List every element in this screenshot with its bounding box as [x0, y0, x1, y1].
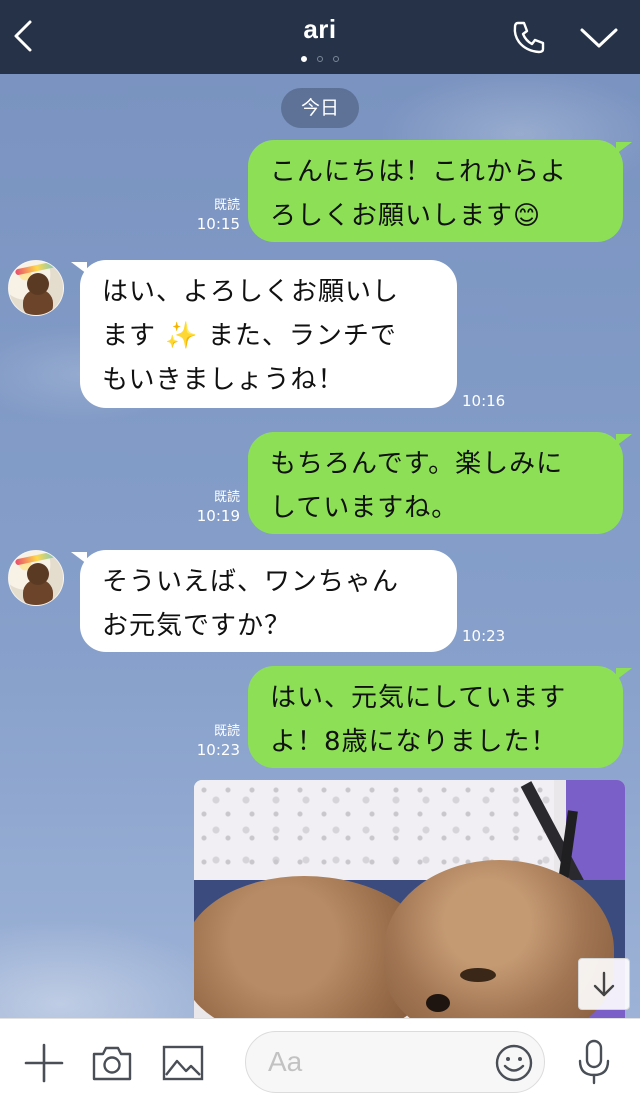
message-line: よ！8歳になりました！ — [270, 727, 558, 757]
message-meta: 既読 10:23 — [188, 722, 240, 760]
camera-icon — [92, 1046, 132, 1081]
page-indicator — [0, 56, 640, 62]
image-icon — [162, 1045, 204, 1081]
emoji-button[interactable] — [494, 1043, 534, 1083]
arrow-down-icon — [593, 971, 615, 997]
page-dot — [317, 56, 323, 62]
read-receipt: 既読 — [213, 198, 240, 213]
message-line: お元気ですか？ — [102, 611, 292, 641]
voice-button[interactable] — [574, 1037, 614, 1087]
microphone-icon — [578, 1039, 610, 1085]
read-receipt: 既読 — [213, 724, 240, 739]
message-line: もいきましょうね！ — [102, 365, 345, 395]
image-button[interactable] — [160, 1043, 206, 1083]
scroll-to-bottom-button[interactable] — [578, 958, 630, 1010]
message-line: していますね。 — [270, 493, 459, 523]
message-meta: 既読 10:15 — [190, 196, 240, 234]
chevron-down-icon — [580, 28, 618, 48]
camera-button[interactable] — [90, 1043, 134, 1083]
plus-button[interactable] — [22, 1041, 66, 1085]
message-time: 10:16 — [462, 392, 506, 410]
menu-toggle-button[interactable] — [578, 22, 620, 52]
message-meta: 既読 10:19 — [190, 488, 240, 526]
message-time: 10:23 — [462, 627, 506, 645]
message-time: 10:15 — [196, 215, 240, 233]
avatar[interactable] — [8, 550, 64, 606]
plus-icon — [24, 1043, 64, 1083]
message-line: ます ✨ また、ランチで — [102, 321, 397, 351]
date-separator: 今日 — [281, 88, 359, 128]
photo-message[interactable] — [194, 780, 625, 1018]
page-dot — [333, 56, 339, 62]
message-input-bar — [0, 1018, 640, 1104]
message-line: そういえば、ワンちゃん — [102, 567, 400, 597]
emoji-icon — [495, 1044, 533, 1082]
message-line: ろしくお願いします😊 — [270, 201, 542, 231]
message-time: 10:19 — [196, 507, 240, 525]
incoming-message[interactable]: そういえば、ワンちゃん お元気ですか？ — [71, 550, 457, 652]
page-dot-active — [301, 56, 307, 62]
call-button[interactable] — [510, 18, 548, 56]
avatar[interactable] — [8, 260, 64, 316]
outgoing-message[interactable]: こんにちは！これからよ ろしくお願いします😊 — [248, 140, 632, 242]
message-line: もちろんです。楽しみに — [270, 449, 564, 479]
message-line: はい、よろしくお願いし — [102, 277, 400, 307]
chat-header: ari — [0, 0, 640, 74]
outgoing-message[interactable]: もちろんです。楽しみに していますね。 — [248, 432, 632, 534]
read-receipt: 既読 — [213, 490, 240, 505]
message-line: こんにちは！これからよ — [270, 157, 568, 187]
outgoing-message[interactable]: はい、元気にしています よ！8歳になりました！ — [248, 666, 632, 768]
incoming-message[interactable]: はい、よろしくお願いし ます ✨ また、ランチで もいきましょうね！ — [71, 260, 457, 408]
message-time: 10:23 — [196, 741, 240, 759]
phone-icon — [513, 21, 545, 54]
chat-area[interactable]: 今日 こんにちは！これからよ ろしくお願いします😊 既読 10:15 はい、よろ… — [0, 74, 640, 1018]
message-line: はい、元気にしています — [270, 683, 567, 713]
